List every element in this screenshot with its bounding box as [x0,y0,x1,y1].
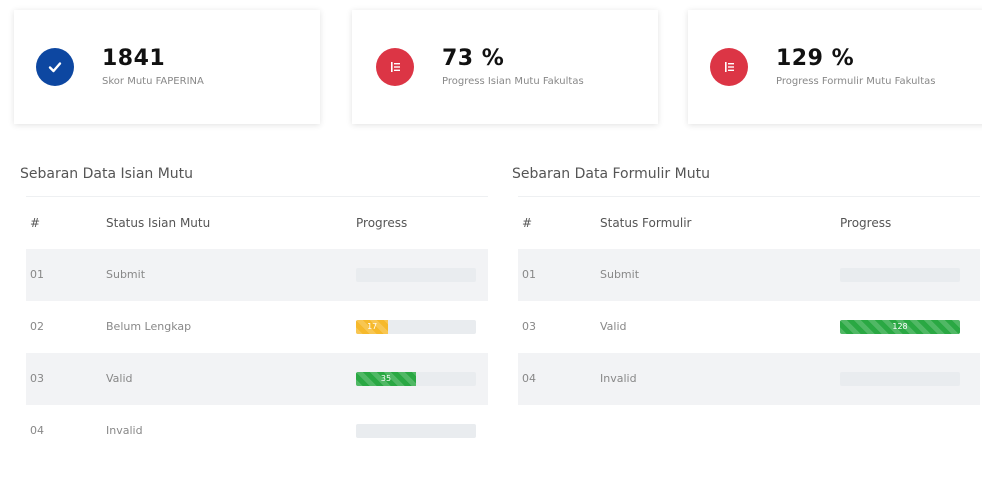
row-no: 03 [522,320,536,333]
progress-bar-fill: 35 [356,371,416,386]
section-formulir-mutu: Sebaran Data Formulir Mutu # Status Form… [512,152,980,405]
card-skor-mutu: 1841 Skor Mutu FAPERINA [14,10,320,124]
row-status: Valid [106,372,133,385]
row-status: Valid [600,320,627,333]
header-status: Status Formulir [600,215,692,230]
progress-bar: 128 [840,319,960,334]
table-header-row: # Status Isian Mutu Progress [26,196,488,249]
header-status: Status Isian Mutu [106,215,211,230]
progress-bar: 17 [356,319,476,334]
card-value: 1841 [102,45,166,71]
table-row: 01 Submit [518,248,980,301]
header-no: # [30,215,41,230]
row-progress: 128 [840,301,980,353]
row-no: 04 [522,372,536,385]
row-progress: 35 [356,353,488,405]
row-progress [356,405,488,457]
table-row: 02 Belum Lengkap 17 [26,301,488,353]
table-row: 01 Submit [26,248,488,301]
progress-bar: 35 [356,371,476,386]
check-icon [36,48,74,86]
section-title: Sebaran Data Isian Mutu [20,166,194,182]
progress-bar-fill: 128 [840,319,960,334]
summary-cards: 1841 Skor Mutu FAPERINA 73 % Progress Is… [14,10,982,124]
row-status: Belum Lengkap [106,320,192,333]
card-label: Skor Mutu FAPERINA [102,75,204,87]
progress-bar [840,267,960,282]
progress-bar [356,423,476,438]
row-no: 01 [30,268,44,281]
card-progress-formulir: 129 % Progress Formulir Mutu Fakultas [688,10,982,124]
card-value: 73 % [442,45,505,71]
header-progress: Progress [840,215,892,230]
row-status: Submit [106,268,146,281]
progress-bar [840,371,960,386]
table-isian-mutu: # Status Isian Mutu Progress 01 Submit 0… [26,196,488,457]
row-no: 02 [30,320,44,333]
section-isian-mutu: Sebaran Data Isian Mutu # Status Isian M… [20,152,488,457]
section-title: Sebaran Data Formulir Mutu [512,166,710,182]
card-label: Progress Isian Mutu Fakultas [442,75,584,87]
card-progress-isian: 73 % Progress Isian Mutu Fakultas [352,10,658,124]
table-row: 04 Invalid [26,405,488,457]
header-progress: Progress [356,215,408,230]
card-label: Progress Formulir Mutu Fakultas [776,75,936,87]
row-status: Invalid [600,372,637,385]
card-value: 129 % [776,45,855,71]
row-progress: 17 [356,301,488,353]
table-row: 04 Invalid [518,352,980,405]
header-no: # [522,215,533,230]
row-progress [356,249,488,301]
row-no: 04 [30,424,44,437]
row-status: Submit [600,268,640,281]
list-icon [376,48,414,86]
table-formulir-mutu: # Status Formulir Progress 01 Submit 03 … [518,196,980,405]
row-progress [840,353,980,405]
row-no: 03 [30,372,44,385]
row-progress [840,249,980,301]
table-header-row: # Status Formulir Progress [518,196,980,249]
row-status: Invalid [106,424,143,437]
progress-bar [356,267,476,282]
table-row: 03 Valid 128 [518,301,980,353]
row-no: 01 [522,268,536,281]
list-icon [710,48,748,86]
table-row: 03 Valid 35 [26,352,488,405]
progress-bar-fill: 17 [356,319,389,334]
